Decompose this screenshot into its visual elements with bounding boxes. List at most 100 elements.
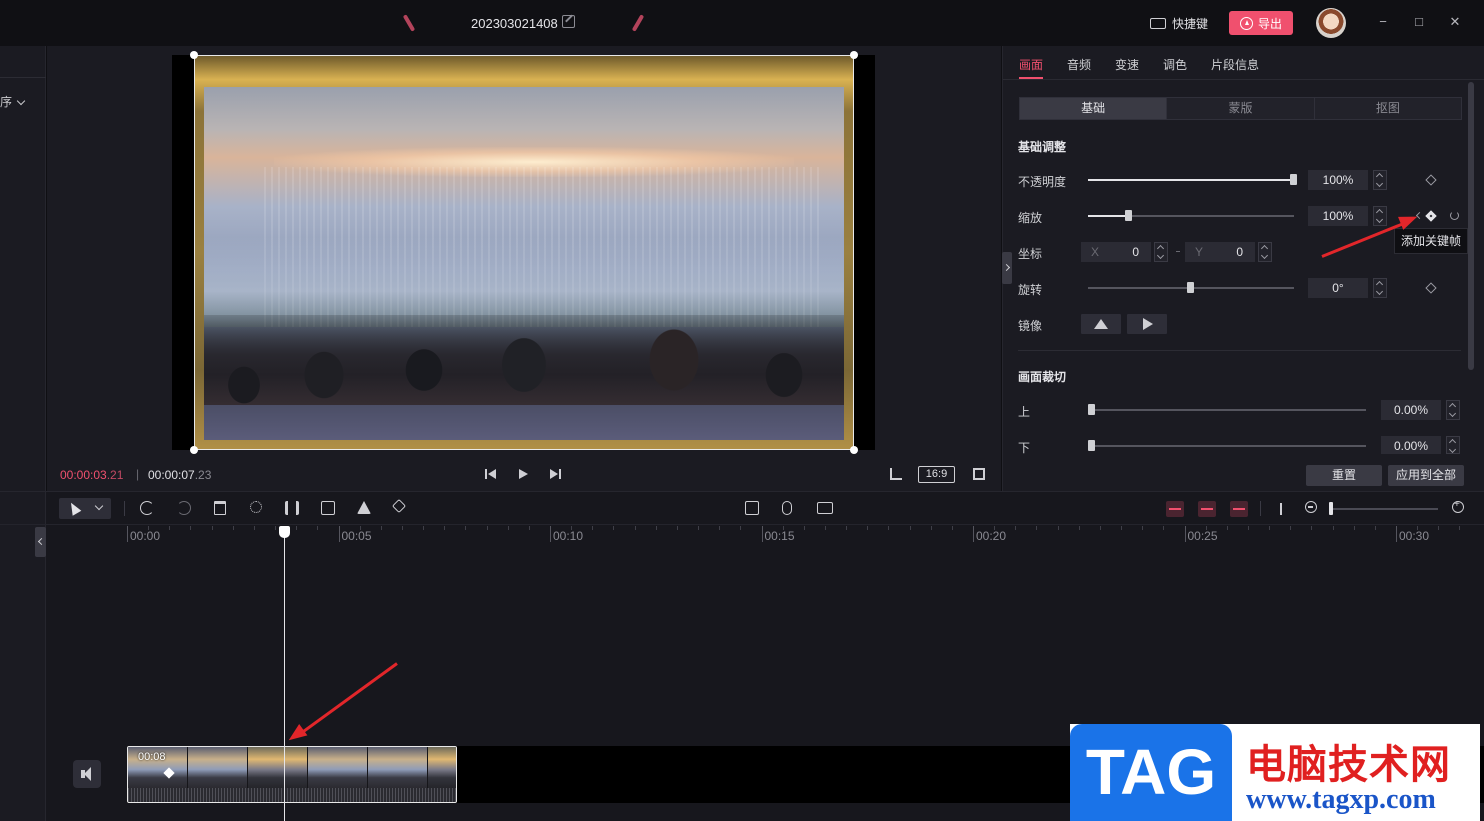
tab-speed[interactable]: 变速 bbox=[1115, 56, 1139, 73]
playhead[interactable] bbox=[284, 534, 285, 821]
scissors-icon[interactable] bbox=[250, 501, 262, 513]
position-y-field[interactable]: Y 0 bbox=[1185, 242, 1255, 262]
tab-clip-info[interactable]: 片段信息 bbox=[1211, 56, 1259, 73]
rotation-stepper[interactable] bbox=[1373, 278, 1387, 298]
aspect-ratio-button[interactable]: 16:9 bbox=[918, 466, 955, 483]
tab-color[interactable]: 调色 bbox=[1163, 56, 1187, 73]
video-frame[interactable] bbox=[194, 55, 854, 450]
sub-tab-basic[interactable]: 基础 bbox=[1020, 98, 1168, 119]
export-button[interactable]: 导出 bbox=[1229, 11, 1293, 35]
track-volume-icon[interactable] bbox=[73, 760, 101, 788]
fit-timeline-icon[interactable] bbox=[1272, 501, 1290, 517]
snap-link-icon[interactable] bbox=[1198, 501, 1216, 517]
position-y-stepper[interactable] bbox=[1258, 242, 1272, 262]
crop-icon[interactable] bbox=[890, 468, 902, 480]
split-icon[interactable] bbox=[285, 501, 299, 515]
timecode-separator: | bbox=[136, 467, 140, 481]
playhead-handle[interactable] bbox=[279, 526, 290, 538]
snap-main-track-icon[interactable] bbox=[1166, 501, 1184, 517]
position-x-field[interactable]: X 0 bbox=[1081, 242, 1151, 262]
fullscreen-icon[interactable] bbox=[973, 468, 985, 480]
crop-bottom-value[interactable]: 0.00% bbox=[1381, 436, 1441, 454]
maximize-button[interactable]: □ bbox=[1410, 14, 1428, 29]
crop-top-value[interactable]: 0.00% bbox=[1381, 400, 1441, 420]
position-x-value: 0 bbox=[1132, 245, 1139, 259]
reset-button[interactable]: 重置 bbox=[1306, 465, 1382, 486]
opacity-value[interactable]: 100% bbox=[1308, 170, 1368, 190]
play-icon[interactable] bbox=[519, 468, 529, 480]
resize-handle-top-left[interactable] bbox=[190, 51, 198, 59]
edit-icon[interactable] bbox=[562, 15, 575, 28]
time-ruler[interactable]: 00:00 00:05 00:10 00:15 00:20 00:25 00:30 bbox=[47, 526, 1484, 544]
zoom-slider[interactable] bbox=[1330, 508, 1438, 510]
expand-left-tab[interactable] bbox=[35, 527, 46, 557]
skip-forward-icon[interactable] bbox=[550, 468, 562, 480]
camera-icon[interactable] bbox=[817, 502, 833, 514]
opacity-slider-thumb[interactable] bbox=[1290, 174, 1297, 185]
zoom-slider-thumb[interactable] bbox=[1329, 502, 1333, 515]
zoom-out-icon[interactable] bbox=[1305, 501, 1317, 513]
total-frame: .23 bbox=[194, 468, 212, 482]
watermark-site-name: 电脑技术网 bbox=[1246, 742, 1451, 788]
ruler-minor-tick bbox=[1332, 526, 1334, 530]
shortcut-button[interactable]: 快捷键 bbox=[1150, 15, 1208, 32]
mirror-vertical-button[interactable] bbox=[1127, 314, 1167, 334]
reset-scale-icon[interactable] bbox=[1450, 211, 1459, 220]
redo-icon[interactable] bbox=[177, 501, 191, 515]
video-clip[interactable]: 00:08 bbox=[127, 746, 457, 803]
properties-scrollbar[interactable] bbox=[1468, 82, 1474, 370]
scale-slider[interactable] bbox=[1088, 210, 1294, 221]
delete-icon[interactable] bbox=[214, 501, 226, 515]
sub-tabs: 基础 蒙版 抠图 bbox=[1019, 97, 1462, 120]
position-x-stepper[interactable] bbox=[1154, 242, 1168, 262]
scale-value[interactable]: 100% bbox=[1308, 206, 1368, 226]
sort-dropdown[interactable]: 排序 bbox=[0, 93, 26, 110]
rotation-slider[interactable] bbox=[1088, 282, 1294, 293]
text-recognition-icon[interactable] bbox=[745, 501, 759, 515]
replace-icon[interactable] bbox=[321, 501, 335, 515]
position-x-label: X bbox=[1091, 245, 1100, 259]
ruler-minor-tick bbox=[1269, 526, 1271, 530]
ruler-minor-tick bbox=[190, 526, 192, 530]
ruler-minor-tick bbox=[253, 526, 255, 530]
opacity-slider[interactable] bbox=[1088, 174, 1297, 185]
sub-tab-cutout[interactable]: 抠图 bbox=[1315, 98, 1461, 119]
pin-icon[interactable] bbox=[391, 498, 407, 514]
avatar[interactable] bbox=[1316, 8, 1346, 38]
rotation-slider-thumb[interactable] bbox=[1187, 282, 1194, 293]
scale-slider-thumb[interactable] bbox=[1125, 210, 1133, 221]
collapse-panel-tab[interactable] bbox=[1002, 252, 1012, 284]
minimize-button[interactable]: − bbox=[1374, 14, 1392, 29]
apply-all-button[interactable]: 应用到全部 bbox=[1388, 465, 1464, 486]
close-button[interactable]: ✕ bbox=[1446, 14, 1464, 30]
section-divider bbox=[1018, 350, 1461, 351]
tab-audio[interactable]: 音频 bbox=[1067, 56, 1091, 73]
preview-axis-icon[interactable] bbox=[1230, 501, 1248, 517]
sub-tab-mask[interactable]: 蒙版 bbox=[1167, 98, 1315, 119]
microphone-icon[interactable] bbox=[782, 501, 792, 515]
ruler-minor-tick bbox=[423, 526, 425, 530]
ruler-minor-tick bbox=[846, 526, 848, 530]
crop-top-slider-thumb[interactable] bbox=[1088, 404, 1095, 415]
crop-bottom-slider[interactable] bbox=[1088, 440, 1366, 451]
undo-icon[interactable] bbox=[140, 501, 154, 515]
opacity-stepper[interactable] bbox=[1373, 170, 1387, 190]
crop-top-slider[interactable] bbox=[1088, 404, 1366, 415]
skip-back-icon[interactable] bbox=[485, 468, 497, 480]
resize-handle-top-right[interactable] bbox=[850, 51, 858, 59]
crop-bottom-slider-thumb[interactable] bbox=[1088, 440, 1095, 451]
mirror-horizontal-button[interactable] bbox=[1081, 314, 1121, 334]
rotation-value[interactable]: 0° bbox=[1308, 278, 1368, 298]
scale-stepper[interactable] bbox=[1373, 206, 1387, 226]
ruler-major-tick bbox=[1396, 526, 1397, 542]
select-tool-button[interactable] bbox=[59, 498, 111, 519]
mirror-icon[interactable] bbox=[357, 501, 371, 514]
ruler-major-tick bbox=[338, 526, 340, 542]
resize-handle-bottom-right[interactable] bbox=[850, 446, 858, 454]
crop-top-stepper[interactable] bbox=[1446, 400, 1460, 420]
zoom-in-icon[interactable] bbox=[1452, 499, 1464, 513]
crop-bottom-stepper[interactable] bbox=[1446, 436, 1460, 454]
resize-handle-bottom-left[interactable] bbox=[190, 446, 198, 454]
tab-picture[interactable]: 画面 bbox=[1019, 56, 1044, 79]
project-title[interactable]: 202303021408 bbox=[471, 16, 558, 31]
